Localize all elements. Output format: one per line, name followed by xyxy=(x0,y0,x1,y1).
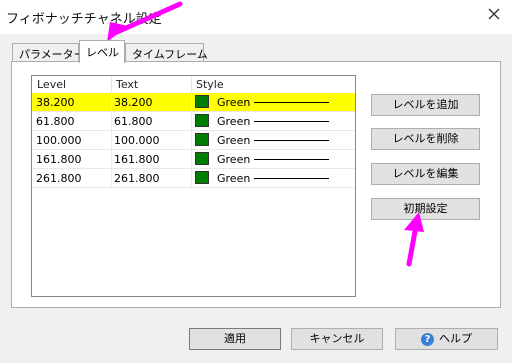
cancel-button[interactable]: キャンセル xyxy=(291,328,383,350)
color-name: Green xyxy=(217,115,251,128)
tab-parameters[interactable]: パラメーター xyxy=(12,43,85,61)
text-value: 100.000 xyxy=(114,134,160,147)
help-button[interactable]: ? ヘルプ xyxy=(395,328,498,350)
title-bar: フィボナッチチャネル設定 xyxy=(0,0,512,34)
column-divider xyxy=(111,112,112,131)
column-divider xyxy=(111,131,112,150)
color-swatch xyxy=(195,133,209,146)
list-row[interactable]: 61.800 61.800 Green xyxy=(32,112,355,131)
color-swatch xyxy=(195,171,209,184)
line-style-preview xyxy=(254,121,329,122)
line-style-preview xyxy=(254,178,329,179)
column-divider xyxy=(111,169,112,188)
list-row[interactable]: 161.800 161.800 Green xyxy=(32,150,355,169)
level-value: 261.800 xyxy=(36,172,82,185)
column-divider xyxy=(191,169,192,188)
edit-level-button[interactable]: レベルを編集 xyxy=(371,163,480,185)
list-row[interactable]: 38.200 38.200 Green xyxy=(32,93,355,112)
text-value: 261.800 xyxy=(114,172,160,185)
line-style-preview xyxy=(254,159,329,160)
color-name: Green xyxy=(217,172,251,185)
delete-level-button[interactable]: レベルを削除 xyxy=(371,128,480,150)
text-value: 61.800 xyxy=(114,115,153,128)
line-style-preview xyxy=(254,140,329,141)
line-style-preview xyxy=(254,102,329,103)
level-value: 38.200 xyxy=(36,96,75,109)
tab-levels[interactable]: レベル xyxy=(79,40,125,63)
help-button-label: ヘルプ xyxy=(439,332,472,345)
column-divider xyxy=(191,150,192,169)
level-value: 161.800 xyxy=(36,153,82,166)
column-divider xyxy=(191,131,192,150)
list-row[interactable]: 261.800 261.800 Green xyxy=(32,169,355,188)
tab-timeframe[interactable]: タイムフレーム xyxy=(125,43,208,61)
column-header-style[interactable]: Style xyxy=(196,78,224,91)
text-value: 38.200 xyxy=(114,96,153,109)
help-icon: ? xyxy=(421,332,434,346)
color-swatch xyxy=(195,95,209,108)
levels-list[interactable]: Level Text Style 38.200 38.200 Green 61.… xyxy=(31,75,356,297)
color-name: Green xyxy=(217,134,251,147)
window-title: フィボナッチチャネル設定 xyxy=(6,12,162,27)
column-header-text[interactable]: Text xyxy=(116,78,138,91)
color-swatch xyxy=(195,152,209,165)
color-name: Green xyxy=(217,153,251,166)
column-header-level[interactable]: Level xyxy=(37,78,66,91)
level-value: 61.800 xyxy=(36,115,75,128)
apply-button[interactable]: 適用 xyxy=(189,328,281,350)
column-divider xyxy=(191,112,192,131)
column-divider xyxy=(111,76,112,93)
add-level-button[interactable]: レベルを追加 xyxy=(371,94,480,116)
column-divider xyxy=(111,150,112,169)
reset-defaults-button[interactable]: 初期設定 xyxy=(371,198,480,220)
list-header: Level Text Style xyxy=(32,76,355,94)
list-row[interactable]: 100.000 100.000 Green xyxy=(32,131,355,150)
close-icon[interactable] xyxy=(486,6,502,22)
text-value: 161.800 xyxy=(114,153,160,166)
color-name: Green xyxy=(217,96,251,109)
column-divider xyxy=(191,93,192,112)
column-divider xyxy=(111,93,112,112)
level-value: 100.000 xyxy=(36,134,82,147)
color-swatch xyxy=(195,114,209,127)
column-divider xyxy=(191,76,192,93)
